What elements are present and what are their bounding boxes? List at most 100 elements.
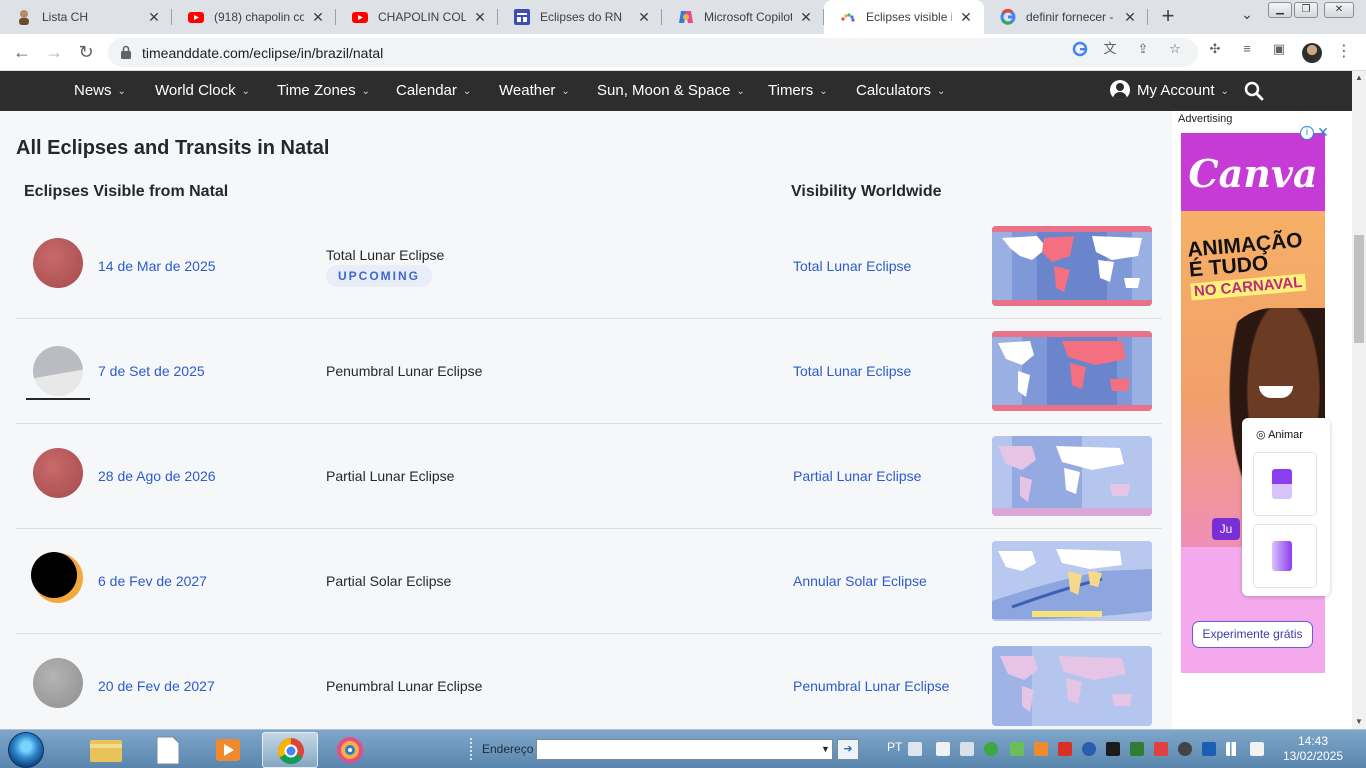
clock-date: 13/02/2025 [1282, 749, 1344, 763]
reading-list-icon[interactable]: ≡ [1238, 40, 1256, 58]
close-icon[interactable]: ✕ [958, 9, 974, 26]
colorful-app-icon[interactable] [322, 732, 378, 768]
close-icon[interactable]: ✕ [472, 9, 488, 26]
column-header-worldwide: Visibility Worldwide [791, 183, 942, 200]
browser-tab[interactable]: (918) chapolin con ✕ [172, 0, 336, 34]
browser-tab[interactable]: Lista CH ✕ [0, 0, 172, 34]
close-icon[interactable]: ✕ [636, 9, 652, 26]
eclipse-date-link[interactable]: 6 de Fev de 2027 [98, 573, 207, 589]
forward-icon[interactable]: → [42, 41, 66, 65]
chrome-icon[interactable] [262, 732, 318, 768]
eclipse-visibility-map[interactable] [992, 646, 1152, 726]
volume-icon[interactable] [960, 742, 974, 756]
eclipse-date-link[interactable]: 7 de Set de 2025 [98, 363, 205, 379]
address-label: Endereço [482, 742, 534, 756]
network-error-icon[interactable] [1250, 742, 1264, 756]
nav-timers[interactable]: Timers ⌄ [768, 71, 828, 111]
app-tray-icon[interactable] [1178, 742, 1192, 756]
avatar[interactable] [1302, 43, 1322, 63]
eclipse-visibility-map[interactable] [992, 436, 1152, 516]
language-indicator[interactable]: PT [887, 740, 902, 754]
nav-sun-moon-space[interactable]: Sun, Moon & Space ⌄ [597, 71, 745, 111]
minimize-button[interactable]: ▁ [1268, 2, 1292, 18]
nav-calculators[interactable]: Calculators ⌄ [856, 71, 945, 111]
app-tray-icon[interactable] [1202, 742, 1216, 756]
windows-start-icon[interactable] [8, 732, 44, 768]
close-icon[interactable]: ✕ [798, 9, 814, 26]
toolbar-grip[interactable] [470, 738, 474, 760]
ad-cta-button[interactable]: Experimente grátis [1192, 621, 1313, 648]
eclipse-visibility-map[interactable] [992, 226, 1152, 306]
app-tray-icon[interactable] [1130, 742, 1144, 756]
google-lens-icon[interactable] [1071, 40, 1089, 58]
share-icon[interactable]: ⇪ [1134, 40, 1152, 58]
chevron-down-icon: ⌄ [937, 86, 946, 97]
ad-panel-label: ◎ Animar [1256, 429, 1303, 441]
browser-tab[interactable]: definir fornecer - P ✕ [984, 0, 1148, 34]
ad-card-graphic [1272, 469, 1292, 499]
worldwide-link[interactable]: Partial Lunar Eclipse [793, 468, 921, 484]
eclipse-visibility-map[interactable] [992, 541, 1152, 621]
close-icon[interactable]: ✕ [146, 9, 162, 26]
address-bar[interactable]: timeanddate.com/eclipse/in/brazil/natal [108, 38, 1198, 67]
more-menu-icon[interactable]: ⋮ [1336, 42, 1352, 62]
close-icon[interactable]: ✕ [310, 9, 326, 26]
lock-icon[interactable] [120, 44, 132, 60]
app-tray-icon[interactable] [1154, 742, 1168, 756]
system-clock[interactable]: 14:43 13/02/2025 [1280, 734, 1346, 764]
nav-weather[interactable]: Weather ⌄ [499, 71, 570, 111]
chevron-down-icon[interactable]: ⌄ [1236, 6, 1258, 28]
security-icon[interactable] [1010, 742, 1024, 756]
lunar-eclipse-icon [33, 448, 83, 498]
update-icon[interactable] [1034, 742, 1048, 756]
pdf-icon[interactable] [1058, 742, 1072, 756]
nav-time-zones[interactable]: Time Zones ⌄ [277, 71, 370, 111]
new-tab-icon[interactable]: + [1156, 5, 1180, 29]
keyboard-icon[interactable] [908, 742, 922, 756]
signal-icon[interactable] [1226, 742, 1240, 756]
address-input[interactable] [536, 739, 833, 760]
go-arrow-icon[interactable]: ➜ [837, 739, 859, 760]
shield-icon[interactable] [984, 742, 998, 756]
nav-news[interactable]: News ⌄ [74, 71, 126, 111]
nav-world-clock[interactable]: World Clock ⌄ [155, 71, 250, 111]
media-player-icon[interactable] [200, 732, 256, 768]
ad-info-icon[interactable]: i [1300, 126, 1314, 140]
document-icon[interactable] [140, 732, 196, 768]
file-explorer-icon[interactable] [78, 732, 134, 768]
bluetooth-icon[interactable] [1082, 742, 1096, 756]
browser-tab[interactable]: Microsoft Copilot: ✕ [662, 0, 824, 34]
nav-my-account[interactable]: My Account ⌄ [1110, 71, 1229, 111]
chevron-down-icon[interactable]: ▼ [818, 739, 833, 760]
scroll-down-icon[interactable]: ▼ [1352, 715, 1366, 729]
close-icon[interactable]: ✕ [1122, 9, 1138, 26]
worldwide-link[interactable]: Penumbral Lunar Eclipse [793, 678, 949, 694]
close-window-button[interactable]: ✕ [1324, 2, 1354, 18]
search-icon[interactable] [1244, 81, 1264, 101]
browser-tab[interactable]: CHAPOLIN COLOR ✕ [336, 0, 498, 34]
scrollbar-thumb[interactable] [1354, 235, 1364, 343]
eclipse-date-link[interactable]: 14 de Mar de 2025 [98, 258, 216, 274]
vertical-scrollbar[interactable]: ▲ ▼ [1352, 71, 1366, 729]
google-icon [1000, 9, 1016, 25]
translate-icon[interactable]: 文 [1101, 40, 1119, 58]
side-panel-icon[interactable]: ▣ [1270, 40, 1288, 58]
bookmark-star-icon[interactable]: ☆ [1166, 40, 1184, 58]
maximize-button[interactable]: ❐ [1294, 2, 1318, 18]
eclipse-date-link[interactable]: 28 de Ago de 2026 [98, 468, 216, 484]
app-tray-icon[interactable] [1106, 742, 1120, 756]
back-icon[interactable]: ← [10, 41, 34, 65]
ad-close-icon[interactable]: ✕ [1316, 125, 1330, 139]
usb-device-icon[interactable] [936, 742, 950, 756]
eclipse-date-link[interactable]: 20 de Fev de 2027 [98, 678, 215, 694]
eclipse-visibility-map[interactable] [992, 331, 1152, 411]
worldwide-link[interactable]: Total Lunar Eclipse [793, 258, 911, 274]
worldwide-link[interactable]: Total Lunar Eclipse [793, 363, 911, 379]
scroll-up-icon[interactable]: ▲ [1352, 71, 1366, 85]
reload-icon[interactable]: ↻ [74, 41, 98, 65]
worldwide-link[interactable]: Annular Solar Eclipse [793, 573, 927, 589]
nav-calendar[interactable]: Calendar ⌄ [396, 71, 471, 111]
browser-tab[interactable]: Eclipses do RN ✕ [498, 0, 662, 34]
extensions-icon[interactable]: ✣ [1206, 40, 1224, 58]
browser-tab-active[interactable]: Eclipses visible in N ✕ [824, 0, 984, 34]
